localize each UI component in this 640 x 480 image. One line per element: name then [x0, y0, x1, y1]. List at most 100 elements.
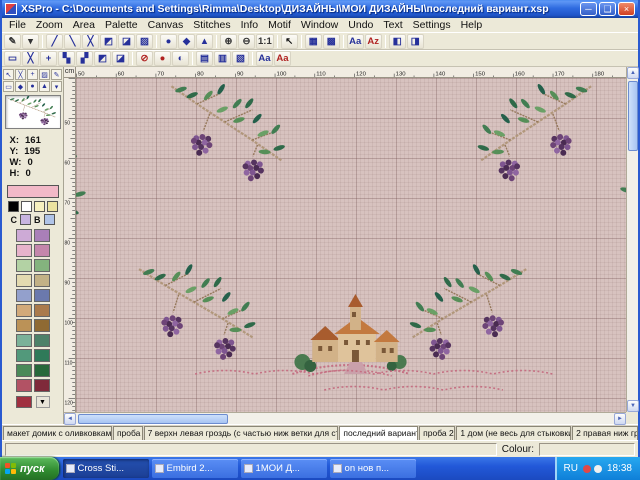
swap-colors-button[interactable]: ◧	[389, 34, 406, 49]
rows-view-button[interactable]: ▤	[196, 51, 213, 66]
stitch-var-3-button[interactable]: ▚	[58, 51, 75, 66]
tray-status-icon[interactable]	[583, 465, 591, 473]
vertical-scrollbar[interactable]: ▲ ▼	[626, 67, 638, 412]
mini-pencil-icon[interactable]: ✎	[51, 69, 62, 80]
palette-swatch[interactable]	[34, 364, 50, 377]
palette-swatch[interactable]	[16, 319, 32, 332]
cb-swatch[interactable]	[44, 214, 55, 225]
palette-swatch[interactable]	[34, 379, 50, 392]
scroll-up-icon[interactable]: ▲	[627, 67, 639, 79]
mini-dropdown-icon[interactable]: ▾	[51, 81, 62, 92]
minimize-button-icon[interactable]: ─	[580, 2, 597, 16]
half-stitch-fwd-button[interactable]: ╱	[46, 34, 63, 49]
mini-diamond-icon[interactable]: ◆	[15, 81, 26, 92]
palette-extra-swatch[interactable]	[16, 396, 32, 408]
cols-view-button[interactable]: ▥	[214, 51, 231, 66]
mini-select-icon[interactable]: ↖	[3, 69, 14, 80]
menu-item-text[interactable]: Text	[378, 19, 407, 31]
fill-pattern-button[interactable]: ▩	[323, 34, 340, 49]
pattern-stitch-button[interactable]: ▨	[136, 34, 153, 49]
tray-status-icon[interactable]	[594, 465, 602, 473]
quick-swatch[interactable]	[8, 201, 19, 212]
palette-dropdown-icon[interactable]: ▼	[36, 396, 50, 408]
pattern-tab[interactable]: проба	[113, 426, 143, 440]
taskbar-task-button[interactable]: Cross Sti...	[63, 459, 149, 478]
menu-item-palette[interactable]: Palette	[100, 19, 143, 31]
menu-item-file[interactable]: File	[4, 19, 31, 31]
menu-item-help[interactable]: Help	[456, 19, 488, 31]
text-az-button[interactable]: Az	[365, 34, 382, 49]
palette-swatch[interactable]	[16, 364, 32, 377]
palette-swatch[interactable]	[34, 274, 50, 287]
vscroll-thumb[interactable]	[628, 81, 638, 151]
start-button[interactable]: пуск	[0, 457, 59, 480]
palette-swatch[interactable]	[16, 289, 32, 302]
selected-color-swatch[interactable]	[7, 185, 59, 198]
highlight-color-button[interactable]: ◨	[407, 34, 424, 49]
full-stitch-button[interactable]: ╳	[82, 34, 99, 49]
horizontal-scrollbar[interactable]: ◄ ►	[64, 412, 626, 424]
select-arrow-button[interactable]: ↖	[281, 34, 298, 49]
current-color-button[interactable]: ●	[154, 51, 171, 66]
quick-swatch[interactable]	[34, 201, 45, 212]
pattern-tab[interactable]: последний вариант	[339, 426, 418, 440]
taskbar-task-button[interactable]: 1МОИ Д...	[241, 459, 327, 478]
menu-item-info[interactable]: Info	[236, 19, 264, 31]
font-red-button[interactable]: Aa	[274, 51, 291, 66]
palette-swatch[interactable]	[16, 229, 32, 242]
quick-swatch[interactable]	[47, 201, 58, 212]
palette-swatch[interactable]	[34, 304, 50, 317]
menu-item-motif[interactable]: Motif	[263, 19, 296, 31]
pattern-tab[interactable]: 2 правая ниж гр	[572, 426, 638, 440]
stitch-var-4-button[interactable]: ▞	[76, 51, 93, 66]
taskbar-task-button[interactable]: Embird 2...	[152, 459, 238, 478]
maximize-button-icon[interactable]: ❑	[599, 2, 616, 16]
palette-swatch[interactable]	[34, 349, 50, 362]
close-button-icon[interactable]: ×	[618, 2, 635, 16]
stitch-var-6-button[interactable]: ◪	[112, 51, 129, 66]
pattern-tab[interactable]: 1 дом (не весь для стыковки)	[456, 426, 571, 440]
repeat-frame-button[interactable]: ▭	[4, 51, 21, 66]
hscroll-thumb[interactable]	[78, 414, 228, 424]
palette-swatch[interactable]	[16, 349, 32, 362]
palette-swatch[interactable]	[16, 379, 32, 392]
menu-item-stitches[interactable]: Stitches	[188, 19, 235, 31]
zoom-in-button[interactable]: ⊕	[220, 34, 237, 49]
pencil-tool-button[interactable]: ✎	[4, 34, 21, 49]
stitch-var-1-button[interactable]: ╳	[22, 51, 39, 66]
grid-toggle-button[interactable]: ▦	[305, 34, 322, 49]
scroll-right-icon[interactable]: ►	[614, 413, 626, 425]
palette-swatch[interactable]	[34, 334, 50, 347]
no-color-button[interactable]: ⊘	[136, 51, 153, 66]
diag-view-button[interactable]: ▧	[232, 51, 249, 66]
pattern-preview[interactable]	[5, 95, 61, 129]
motif-button[interactable]: ▲	[196, 34, 213, 49]
pattern-tab[interactable]: проба 2	[419, 426, 455, 440]
palette-swatch[interactable]	[34, 289, 50, 302]
half-stitch-back-button[interactable]: ╲	[64, 34, 81, 49]
stitch-var-5-button[interactable]: ◩	[94, 51, 111, 66]
clock[interactable]: 18:38	[607, 463, 632, 474]
text-aa-button[interactable]: Aa	[347, 34, 364, 49]
mini-dot-icon[interactable]: ●	[27, 81, 38, 92]
palette-swatch[interactable]	[16, 244, 32, 257]
mini-pattern-icon[interactable]: ▨	[39, 69, 50, 80]
taskbar-task-button[interactable]: on нов п...	[330, 459, 416, 478]
palette-swatch[interactable]	[16, 274, 32, 287]
palette-swatch[interactable]	[34, 319, 50, 332]
palette-swatch[interactable]	[34, 229, 50, 242]
cb-swatch[interactable]	[20, 214, 31, 225]
stitch-canvas[interactable]	[76, 78, 626, 412]
scroll-left-icon[interactable]: ◄	[64, 413, 76, 425]
scroll-down-icon[interactable]: ▼	[627, 400, 639, 412]
language-indicator[interactable]: RU	[564, 463, 578, 474]
mini-triangle-icon[interactable]: ▲	[39, 81, 50, 92]
palette-swatch[interactable]	[16, 304, 32, 317]
three-quarter-stitch-button[interactable]: ◪	[118, 34, 135, 49]
mini-cross-icon[interactable]: ╳	[15, 69, 26, 80]
zoom-actual-button[interactable]: 1:1	[256, 34, 274, 49]
palette-swatch[interactable]	[34, 244, 50, 257]
palette-swatch[interactable]	[34, 259, 50, 272]
mini-frame-icon[interactable]: ▭	[3, 81, 14, 92]
pencil-dropdown-button[interactable]: ▾	[22, 34, 39, 49]
